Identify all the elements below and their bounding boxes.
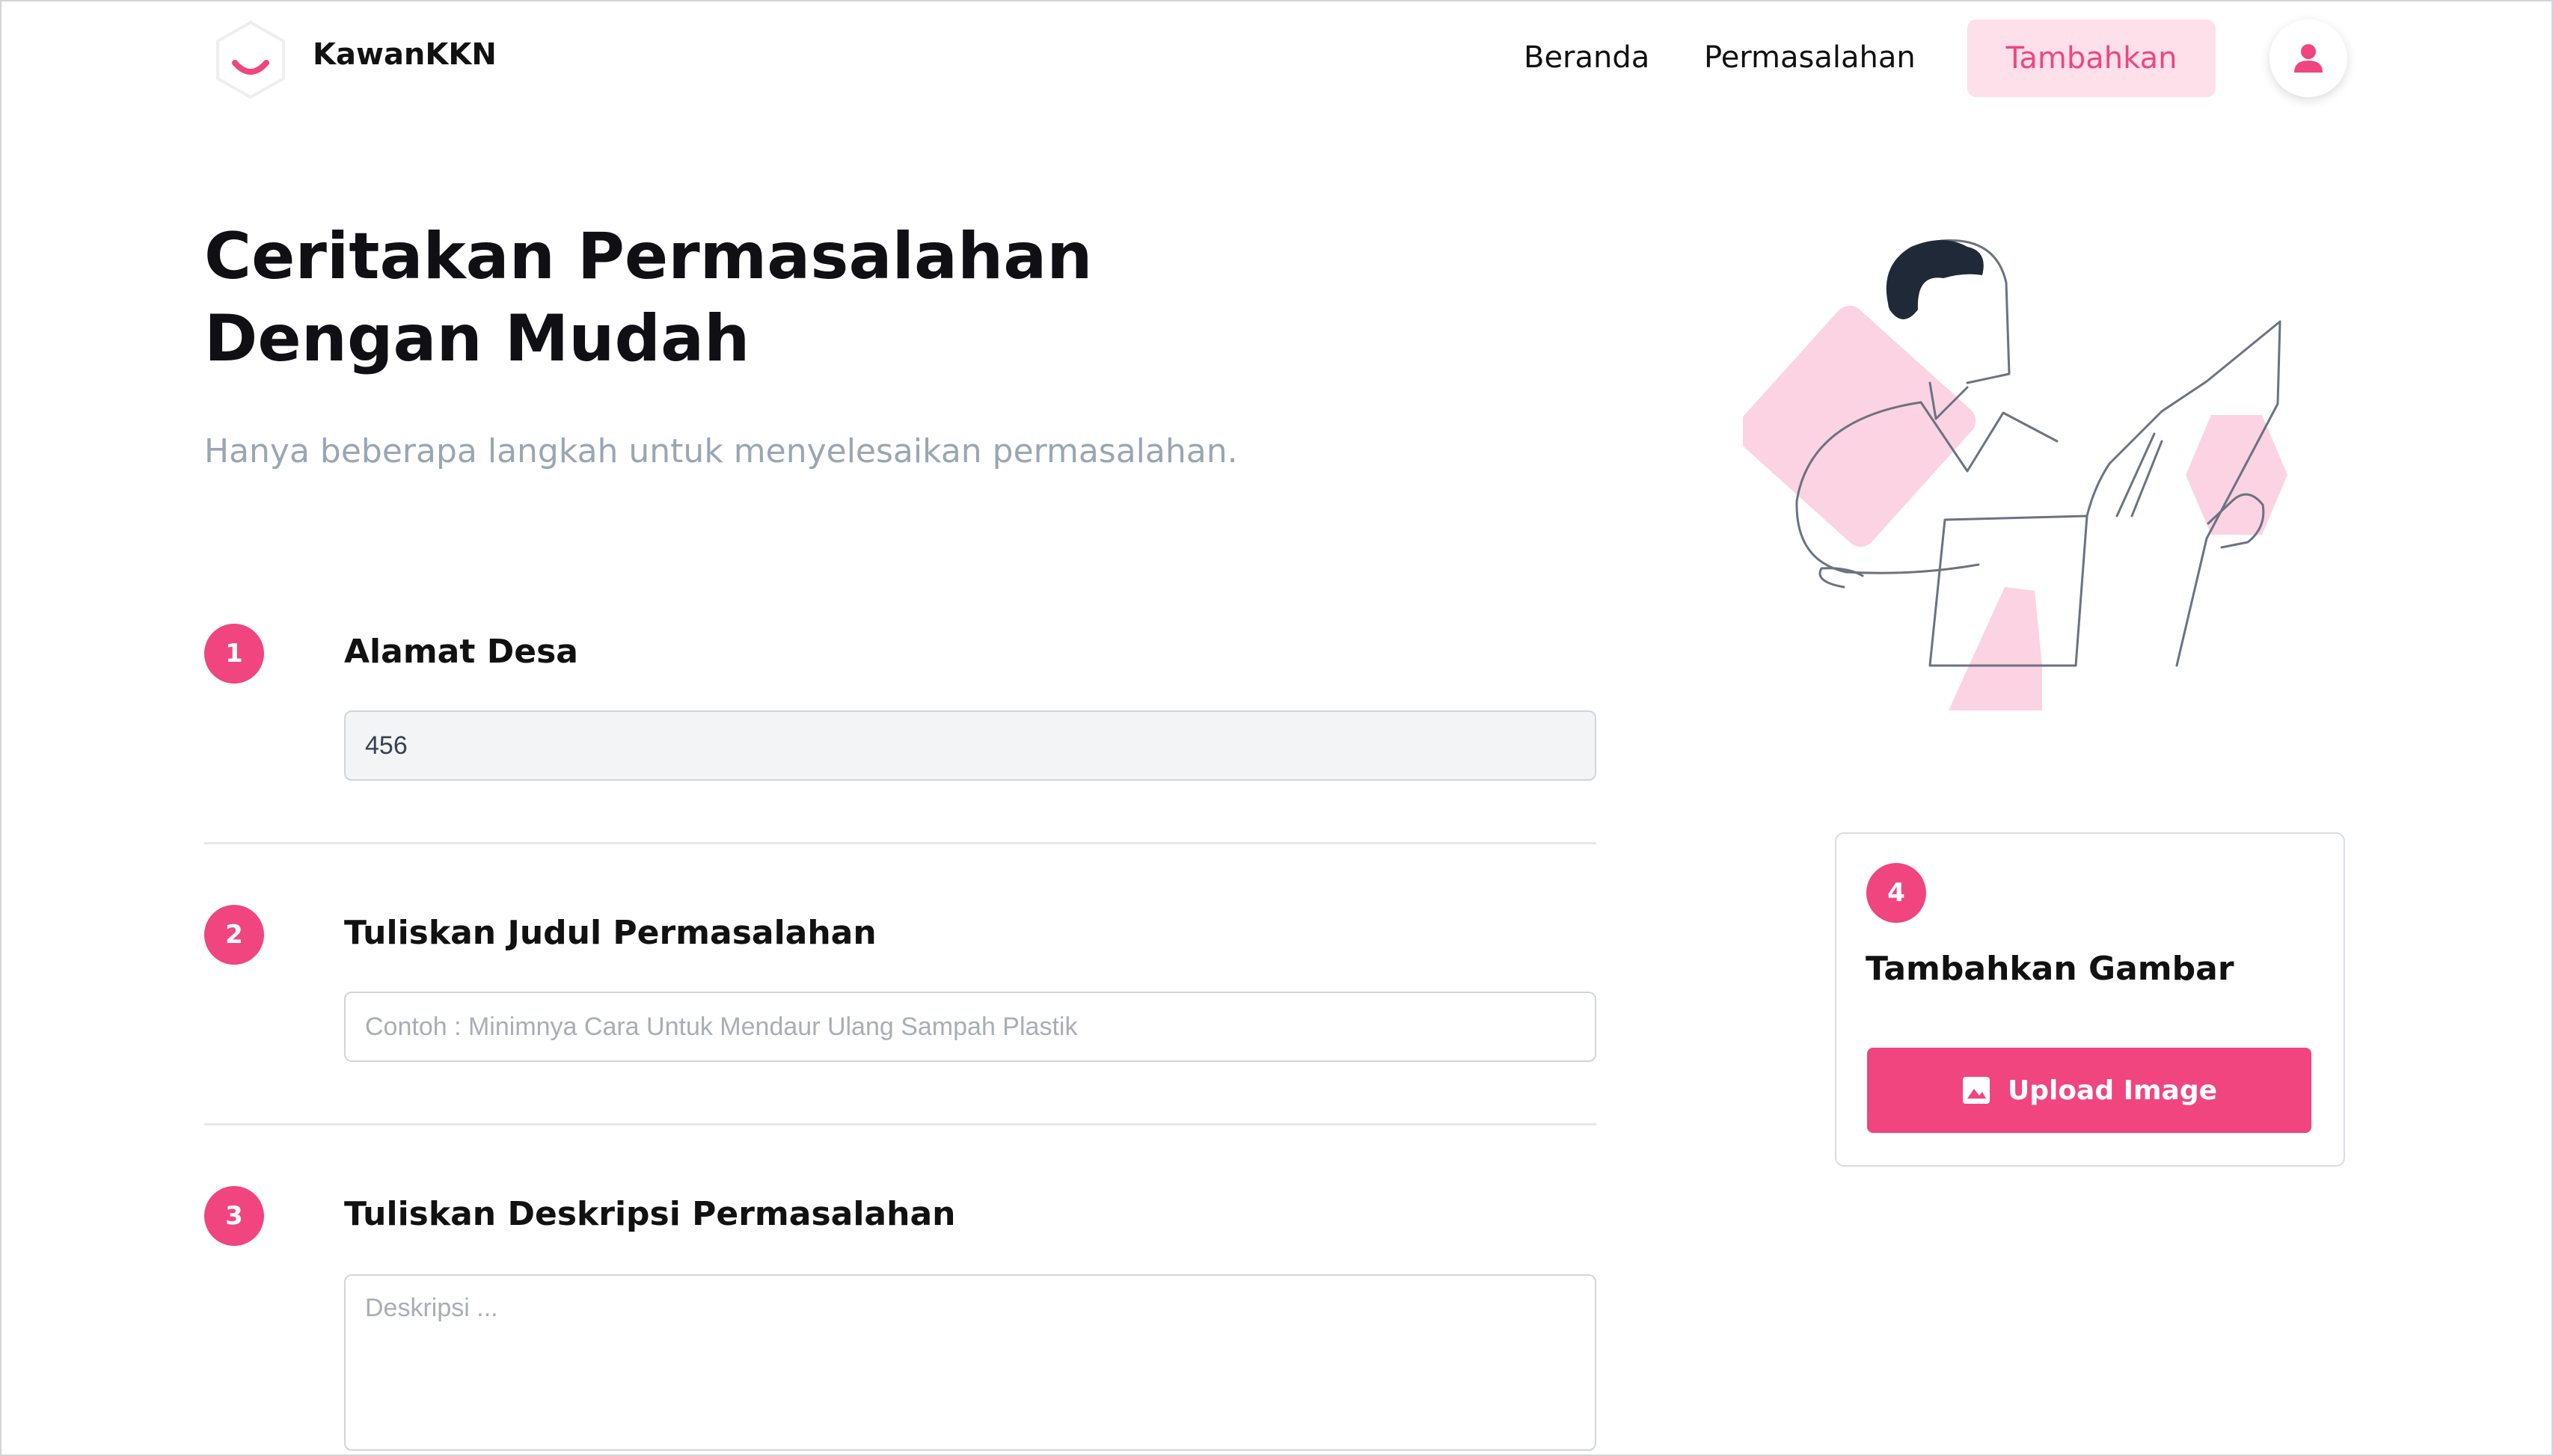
upload-image-label: Upload Image <box>2007 1075 2218 1106</box>
step-1-label: Alamat Desa <box>344 633 578 671</box>
step-1-badge: 1 <box>204 624 264 684</box>
village-address-input[interactable] <box>344 710 1596 781</box>
image-icon <box>1962 1077 1990 1104</box>
brand-name[interactable]: KawanKKN <box>313 37 497 72</box>
profile-button[interactable] <box>2269 19 2347 97</box>
step-divider <box>204 1123 1596 1125</box>
user-icon <box>2294 44 2323 73</box>
nav-link-beranda[interactable]: Beranda <box>1524 40 1649 75</box>
page-title: Ceritakan Permasalahan Dengan Mudah <box>204 219 1093 376</box>
nav-link-permasalahan[interactable]: Permasalahan <box>1704 40 1916 75</box>
step-2-label: Tuliskan Judul Permasalahan <box>344 914 877 952</box>
problem-title-input[interactable] <box>344 992 1596 1062</box>
person-with-laptop-illustration <box>1743 239 2287 710</box>
step-4-badge: 4 <box>1866 863 1926 923</box>
step-divider <box>204 842 1596 844</box>
step-3-label: Tuliskan Deskripsi Permasalahan <box>344 1195 956 1233</box>
kawankkn-logo-icon[interactable] <box>210 19 291 100</box>
page-subtitle: Hanya beberapa langkah untuk menyelesaik… <box>204 432 1238 470</box>
step-3-badge: 3 <box>204 1186 264 1246</box>
step-2-badge: 2 <box>204 905 264 965</box>
nav-tambahkan-button[interactable]: Tambahkan <box>1967 19 2216 97</box>
problem-description-textarea[interactable] <box>344 1274 1596 1451</box>
upload-image-button[interactable]: Upload Image <box>1867 1048 2311 1133</box>
step-4-label: Tambahkan Gambar <box>1866 950 2234 988</box>
